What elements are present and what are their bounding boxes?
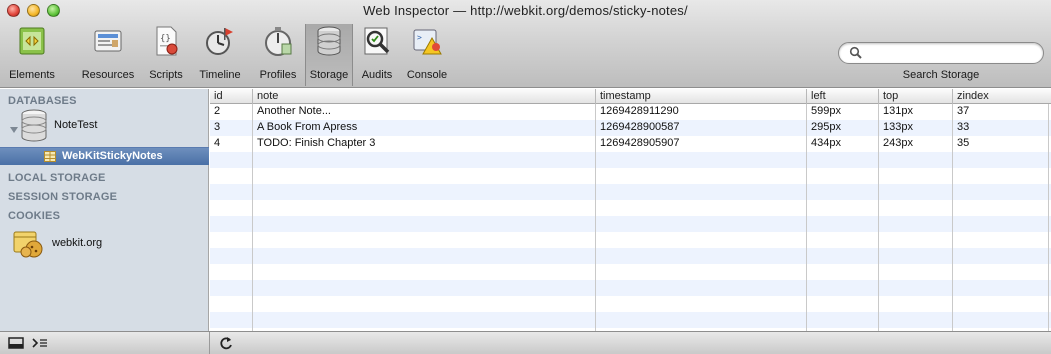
tool-profiles[interactable]: Profiles [253,24,303,86]
column-header-zindex[interactable]: zindex [953,89,1051,104]
column-header-top[interactable]: top [879,89,953,104]
tool-audits[interactable]: Audits [355,24,399,86]
search-input[interactable] [865,45,1037,61]
storage-icon [312,24,346,58]
empty-row [210,232,1051,248]
column-header-left[interactable]: left [807,89,879,104]
search-icon [849,46,863,60]
column-header-note[interactable]: note [253,89,596,104]
cell-top: 243px [883,137,913,149]
resources-icon [91,24,125,58]
section-cookies[interactable]: COOKIES [8,210,60,222]
tool-label: Elements [9,69,55,81]
empty-row [210,264,1051,280]
table-label: WebKitStickyNotes [62,150,163,162]
cell-note: Another Note... [257,105,331,117]
tool-label: Console [406,69,448,81]
empty-row [210,216,1051,232]
cell-left: 599px [811,105,841,117]
column-divider[interactable] [806,104,807,331]
cell-zindex: 35 [957,137,970,149]
cell-note: A Book From Apress [257,121,358,133]
console-toggle-icon[interactable] [30,335,52,351]
table-row[interactable]: 2 Another Note... 1269428911290 599px 13… [210,104,1051,120]
tool-label: Scripts [149,69,183,81]
table-item-webkitstickynotes[interactable]: WebKitStickyNotes [0,147,209,165]
timeline-icon [203,24,237,58]
database-notetest[interactable]: NoteTest [54,119,97,131]
cell-zindex: 33 [957,121,970,133]
cell-id: 2 [214,105,221,117]
tool-scripts[interactable]: {} Scripts [143,24,189,86]
cell-id: 4 [214,137,221,149]
cell-left: 295px [811,121,841,133]
empty-row [210,152,1051,168]
tool-label: Storage [309,69,349,81]
tool-console[interactable]: > Console [401,24,453,86]
grid-header: id note timestamp left top zindex [210,89,1051,104]
cell-timestamp: 1269428900587 [600,121,680,133]
window-chrome: Web Inspector — http://webkit.org/demos/… [0,0,1051,88]
empty-row [210,200,1051,216]
column-divider[interactable] [595,104,596,331]
cell-zindex: 37 [957,105,970,117]
scripts-icon: {} [149,24,183,58]
status-divider [209,332,210,354]
section-databases[interactable]: DATABASES [8,95,77,107]
empty-row [210,280,1051,296]
svg-text:{}: {} [160,34,171,44]
database-icon [20,109,48,143]
cookie-domain-webkit-org[interactable]: webkit.org [52,237,102,249]
column-header-timestamp[interactable]: timestamp [596,89,807,104]
tool-label: Timeline [199,69,241,81]
column-divider[interactable] [878,104,879,331]
storage-sidebar: DATABASES NoteTest WebKitStickyNotes LOC… [0,89,209,331]
empty-row [210,168,1051,184]
data-grid: id note timestamp left top zindex 2 Anot… [210,89,1051,331]
console-icon: > [410,24,444,58]
empty-row [210,296,1051,312]
disclosure-triangle-icon[interactable] [10,127,18,133]
column-divider[interactable] [952,104,953,331]
empty-row [210,184,1051,200]
search-storage-field[interactable] [838,42,1044,64]
tool-label: Profiles [259,69,297,81]
dock-icon[interactable] [6,335,28,351]
window-title: Web Inspector — http://webkit.org/demos/… [363,3,688,18]
elements-icon [15,24,49,58]
svg-text:>: > [417,33,422,42]
empty-row [210,248,1051,264]
column-divider[interactable] [252,104,253,331]
table-icon [44,151,56,162]
tool-elements[interactable]: Elements [6,24,58,86]
search-label: Search Storage [902,69,980,81]
table-row[interactable]: 3 A Book From Apress 1269428900587 295px… [210,120,1051,136]
tool-label: Resources [81,69,135,81]
cell-timestamp: 1269428905907 [600,137,680,149]
profiles-icon [261,24,295,58]
section-session-storage[interactable]: SESSION STORAGE [8,191,117,203]
tool-resources[interactable]: Resources [80,24,136,86]
tool-label: Audits [361,69,393,81]
status-bar [0,331,1051,354]
cell-left: 434px [811,137,841,149]
column-header-id[interactable]: id [210,89,253,104]
empty-row [210,312,1051,328]
table-row[interactable]: 4 TODO: Finish Chapter 3 1269428905907 4… [210,136,1051,152]
column-divider [1048,104,1049,331]
cookie-icon [12,228,46,260]
cell-note: TODO: Finish Chapter 3 [257,137,376,149]
audits-icon [360,24,394,58]
cell-top: 133px [883,121,913,133]
section-local-storage[interactable]: LOCAL STORAGE [8,172,106,184]
tool-storage[interactable]: Storage [305,24,353,86]
cell-id: 3 [214,121,221,133]
tool-timeline[interactable]: Timeline [194,24,246,86]
cell-timestamp: 1269428911290 [600,105,679,117]
cell-top: 131px [883,105,913,117]
refresh-icon[interactable] [216,335,238,351]
